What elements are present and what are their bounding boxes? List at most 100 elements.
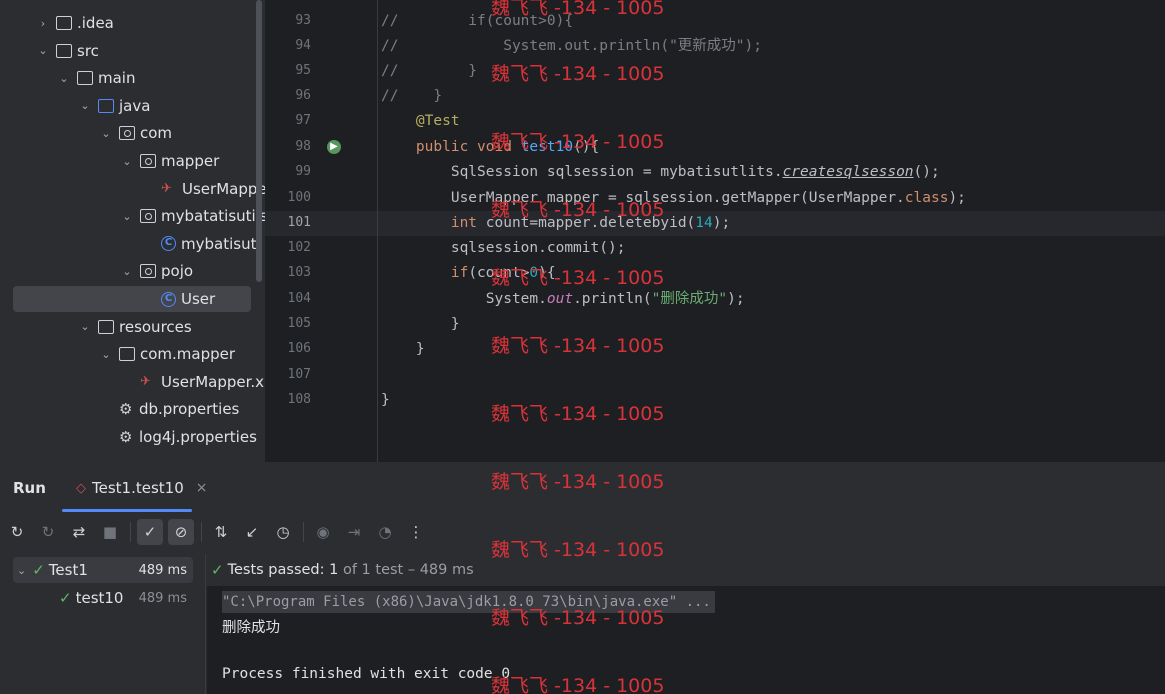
history-icon[interactable]: ◷ bbox=[270, 519, 296, 545]
package-icon bbox=[119, 126, 135, 141]
line-number: 98 bbox=[295, 139, 311, 154]
tree-item-mybatatisutils[interactable]: ⌄ mybatatisutils bbox=[120, 203, 265, 229]
properties-file-icon: ⚙ bbox=[119, 428, 133, 446]
test-name: Test1 bbox=[48, 561, 88, 579]
test-node-test1[interactable]: ⌄ ✓ Test1 489 ms bbox=[13, 557, 193, 583]
line-number: 94 bbox=[295, 38, 311, 53]
chevron-down-icon[interactable]: ⌄ bbox=[78, 320, 92, 333]
rerun-failed-icon[interactable]: ↻ bbox=[35, 519, 61, 545]
chevron-down-icon[interactable]: ⌄ bbox=[99, 348, 113, 361]
tree-item-user[interactable]: C User bbox=[13, 286, 251, 312]
tree-item-usermappe[interactable]: ✈ UserMappe bbox=[141, 176, 265, 202]
chevron-down-icon[interactable]: ⌄ bbox=[36, 44, 50, 57]
line-number: 95 bbox=[295, 63, 311, 78]
package-icon bbox=[140, 264, 156, 279]
line-number: 105 bbox=[287, 316, 311, 331]
line-number: 106 bbox=[287, 341, 311, 356]
folder-icon bbox=[56, 16, 72, 30]
line-number: 93 bbox=[295, 13, 311, 28]
tree-item-log4j-properties[interactable]: ⚙ log4j.properties bbox=[99, 424, 257, 450]
tree-item-label: mapper bbox=[161, 152, 220, 170]
code-editor[interactable]: 93 94 95 96 97 98 99 100 101 102 103 104 105 106 107 10… bbox=[265, 0, 1165, 462]
stop-icon[interactable]: ■ bbox=[97, 519, 123, 545]
code-line-93: // if(count>0){ bbox=[381, 13, 574, 29]
tree-item-java[interactable]: ⌄ java bbox=[78, 93, 150, 119]
folder-icon bbox=[98, 98, 114, 113]
tree-item-mapper[interactable]: ⌄ mapper bbox=[120, 148, 219, 174]
rerun-icon[interactable]: ↻ bbox=[4, 519, 30, 545]
tree-item-label: UserMappe bbox=[182, 179, 265, 198]
passed-check-icon: ✓ bbox=[59, 589, 72, 607]
screenshot-icon[interactable]: ◉ bbox=[310, 519, 336, 545]
properties-file-icon: ⚙ bbox=[119, 400, 133, 419]
chevron-right-icon[interactable]: › bbox=[36, 17, 50, 30]
toolbar-separator bbox=[130, 522, 131, 542]
project-tree-scrollbar[interactable] bbox=[256, 0, 262, 282]
tree-item-com-mapper[interactable]: ⌄ com.mapper bbox=[99, 341, 235, 367]
show-passed-icon[interactable]: ✓ bbox=[137, 519, 163, 545]
tree-item-label: com bbox=[140, 124, 173, 143]
code-line-99: SqlSession sqlsession = mybatisutlits.cr… bbox=[381, 164, 940, 180]
tree-item-label: log4j.properties bbox=[139, 428, 257, 446]
tree-item--idea[interactable]: › .idea bbox=[36, 10, 114, 36]
tree-item-label: UserMapper.x bbox=[161, 372, 265, 391]
collapse-icon[interactable]: ↙ bbox=[239, 519, 265, 545]
tree-item-pojo[interactable]: ⌄ pojo bbox=[120, 258, 193, 284]
project-tree: › .idea ⌄ src ⌄ main ⌄ java ⌄ com ⌄ mapper ✈ UserMapp… bbox=[0, 0, 265, 462]
test-node-test10[interactable]: ✓ test10 489 ms bbox=[13, 585, 193, 611]
line-number: 103 bbox=[287, 265, 311, 280]
test-status-bar: ✓ Tests passed: 1 of 1 test – 489 ms bbox=[207, 554, 1165, 586]
code-line-102: sqlsession.commit(); bbox=[381, 240, 626, 256]
toolbar-separator bbox=[201, 522, 202, 542]
chevron-down-icon[interactable]: ⌄ bbox=[57, 72, 71, 85]
test-config-icon: ◇ bbox=[76, 480, 86, 496]
command-line[interactable]: "C:\Program Files (x86)\Java\jdk1.8.0_73… bbox=[222, 591, 715, 613]
tree-item-label: com.mapper bbox=[140, 345, 236, 364]
chevron-down-icon[interactable]: ⌄ bbox=[120, 210, 134, 223]
tree-item-resources[interactable]: ⌄ resources bbox=[78, 314, 191, 340]
exit-line: Process finished with exit code 0 bbox=[222, 666, 511, 682]
code-line-108: } bbox=[381, 392, 390, 408]
export-icon[interactable]: ⇥ bbox=[341, 519, 367, 545]
console-output[interactable]: ✓ Tests passed: 1 of 1 test – 489 ms "C:… bbox=[207, 554, 1165, 694]
tree-item-label: mybatisutl bbox=[181, 234, 261, 253]
line-number: 107 bbox=[287, 367, 311, 382]
run-tab[interactable]: ◇ Test1.test10 × bbox=[76, 479, 207, 497]
package-icon bbox=[140, 154, 156, 168]
sort-icon[interactable]: ⇅ bbox=[208, 519, 234, 545]
run-toolbar: ↻ ↻ ⇄ ■ ✓ ⊘ ⇅ ↙ ◷ ◉ ⇥ ◔ ⋮ bbox=[0, 514, 1165, 550]
tree-item-main[interactable]: ⌄ main bbox=[57, 65, 135, 91]
test-results-tree: ⌄ ✓ Test1 489 ms ✓ test10 489 ms bbox=[0, 554, 206, 694]
more-options-icon[interactable]: ⋮ bbox=[403, 519, 429, 545]
folder-icon bbox=[77, 71, 93, 86]
line-number: 104 bbox=[287, 291, 311, 306]
passed-check-icon: ✓ bbox=[32, 561, 45, 579]
close-tab-icon[interactable]: × bbox=[196, 480, 208, 496]
code-line-104: System.out.println("删除成功"); bbox=[381, 291, 745, 307]
tree-item-com[interactable]: ⌄ com bbox=[99, 120, 172, 146]
show-ignored-icon[interactable]: ⊘ bbox=[168, 519, 194, 545]
coverage-icon[interactable]: ◔ bbox=[372, 519, 398, 545]
tree-item-db-properties[interactable]: ⚙ db.properties bbox=[99, 396, 239, 422]
output-line: 删除成功 bbox=[222, 620, 280, 636]
tree-item-mybatisutl[interactable]: Cmybatisutl bbox=[141, 231, 261, 257]
code-line-98: public void test10(){ bbox=[415, 139, 600, 155]
code-line-97: @Test bbox=[381, 113, 460, 129]
indent-guide bbox=[377, 0, 378, 462]
toggle-auto-test-icon[interactable]: ⇄ bbox=[66, 519, 92, 545]
chevron-down-icon[interactable]: ⌄ bbox=[99, 127, 113, 140]
status-count: 1 bbox=[329, 562, 339, 578]
chevron-down-icon[interactable]: ⌄ bbox=[78, 99, 92, 112]
code-line-95: // } bbox=[381, 63, 478, 79]
tree-item-usermapper-x[interactable]: ✈ UserMapper.x bbox=[120, 369, 264, 395]
run-test-icon[interactable]: ▶ bbox=[327, 140, 341, 154]
chevron-down-icon[interactable]: ⌄ bbox=[120, 265, 134, 278]
run-tool-window: Run ◇ Test1.test10 × ↻ ↻ ⇄ ■ ✓ ⊘ ⇅ ↙ ◷ ◉… bbox=[0, 462, 1165, 694]
chevron-down-icon[interactable]: ⌄ bbox=[120, 155, 134, 168]
toolbar-separator bbox=[303, 522, 304, 542]
tree-item-src[interactable]: ⌄ src bbox=[36, 38, 99, 64]
ide-window: › .idea ⌄ src ⌄ main ⌄ java ⌄ com ⌄ mapper ✈ UserMapp… bbox=[0, 0, 1165, 694]
line-number: 99 bbox=[295, 164, 311, 179]
line-number: 102 bbox=[287, 240, 311, 255]
resources-folder-icon bbox=[98, 319, 114, 334]
